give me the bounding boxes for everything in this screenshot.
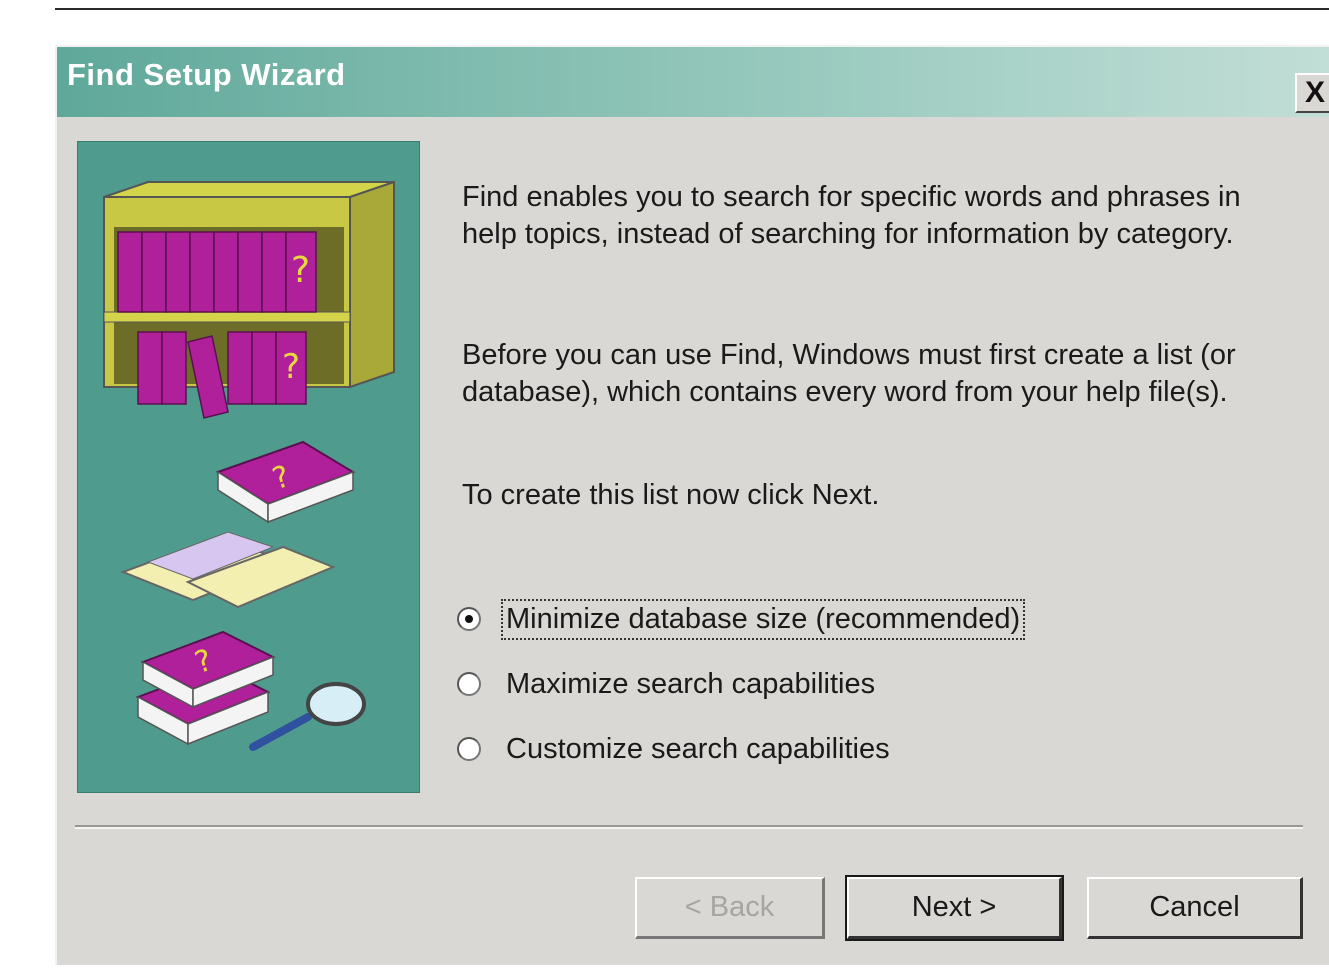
option-label-maximize[interactable]: Maximize search capabilities [503,666,878,703]
page-edge-line [55,8,1329,10]
radio-button-customize[interactable] [457,737,481,761]
close-icon: X [1304,76,1325,109]
button-divider [75,825,1303,829]
help-book-papers-icon: ? [120,440,356,609]
radio-button-maximize[interactable] [457,672,481,696]
option-minimize-database[interactable]: Minimize database size (recommended) [457,597,1026,641]
close-button[interactable]: X [1295,73,1329,113]
title-bar[interactable]: Find Setup Wizard X [57,47,1329,117]
bookshelf-icon: ? ? [103,180,395,419]
magnifier-books-icon: ? [135,630,366,751]
svg-text:?: ? [291,250,310,291]
wizard-illustration: ? ? ? ? [77,141,420,793]
radio-button-minimize[interactable] [457,607,481,631]
option-label-minimize[interactable]: Minimize database size (recommended) [500,598,1026,640]
intro-paragraph: Find enables you to search for specific … [462,181,1241,250]
cancel-button[interactable]: Cancel [1087,877,1303,939]
radio-selected-dot-icon [465,615,473,623]
next-button[interactable]: Next > [845,875,1064,941]
option-customize-search[interactable]: Customize search capabilities [457,727,893,771]
find-setup-wizard-dialog: Find Setup Wizard X ? ? ? ? Find enables… [55,45,1329,965]
database-paragraph: Before you can use Find, Windows must fi… [462,339,1236,408]
window-title: Find Setup Wizard [67,57,346,92]
instruction-paragraph: To create this list now click Next. [462,479,880,511]
back-button[interactable]: < Back [635,877,825,939]
svg-text:?: ? [282,347,300,387]
option-label-customize[interactable]: Customize search capabilities [503,731,893,768]
option-maximize-search[interactable]: Maximize search capabilities [457,662,878,706]
